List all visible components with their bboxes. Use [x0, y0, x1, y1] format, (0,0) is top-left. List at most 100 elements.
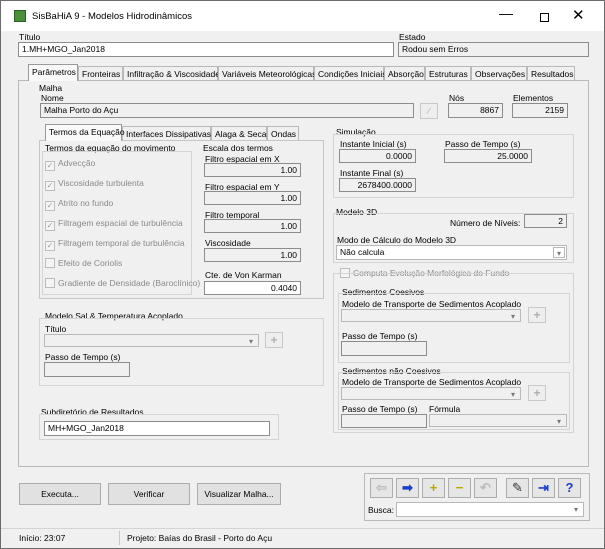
malha-nome-field: Malha Porto do Açu — [40, 103, 414, 118]
check-icon: ✓ — [45, 201, 55, 211]
subtab-interfaces[interactable]: Interfaces Dissipativas — [122, 126, 211, 140]
coesivos-add-button[interactable]: + — [528, 307, 546, 323]
final-field: 2678400.0000 — [339, 178, 416, 192]
nos-field: 8867 — [448, 103, 503, 118]
tab-absorcao[interactable]: Absorção — [384, 66, 425, 80]
busca-select[interactable]: ▾ — [396, 502, 584, 517]
coesivos-modelo-select[interactable]: ▾ — [341, 309, 521, 322]
maximize-icon[interactable] — [540, 13, 549, 22]
termo-checkbox[interactable]: ✓ Filtragem temporal de turbulência — [45, 238, 185, 251]
karman-field[interactable]: 0.4040 — [204, 281, 301, 295]
termo-checkbox[interactable]: ✓ Viscosidade turbulenta — [45, 178, 144, 191]
undo-icon: ↶ — [474, 478, 497, 498]
sal-titulo-label: Título — [45, 324, 67, 334]
coesivos-passo-label: Passo de Tempo (s) — [342, 331, 418, 341]
tab-infiltracao[interactable]: Infiltração & Viscosidade — [123, 66, 220, 80]
status-inicio: Início: 23:07 — [19, 533, 66, 543]
sal-add-button[interactable]: + — [265, 332, 283, 348]
checkbox-box — [45, 278, 55, 288]
title-bar: SisBaHiA 9 - Modelos Hidrodinâmicos — ✕ — [1, 1, 604, 31]
inicial-label: Instante Inicial (s) — [340, 139, 407, 149]
exit-icon[interactable]: ⇥ — [532, 478, 555, 498]
viscosidade-field: 1.00 — [204, 248, 301, 262]
filtro-y-field: 1.00 — [204, 191, 301, 205]
main-tabs: Parâmetros Fronteiras Infiltração & Visc… — [28, 64, 588, 81]
help-icon[interactable]: ? — [558, 478, 581, 498]
edit-malha-button[interactable]: ⁄ — [420, 103, 438, 119]
nao-coesivos-modelo-select[interactable]: ▾ — [341, 387, 521, 400]
filtro-x-field: 1.00 — [204, 163, 301, 177]
verificar-button[interactable]: Verificar — [108, 483, 190, 505]
modo-select[interactable]: Não calcula ▾ — [336, 245, 567, 260]
termo-label: Viscosidade turbulenta — [58, 178, 144, 188]
tab-estruturas[interactable]: Estruturas — [425, 66, 471, 80]
termo-label: Filtragem temporal de turbulência — [58, 238, 185, 248]
malha-label: Malha — [39, 83, 63, 93]
nao-coesivos-passo-label: Passo de Tempo (s) — [342, 404, 418, 414]
checkbox-box — [45, 258, 55, 268]
formula-select[interactable]: ▾ — [429, 414, 567, 427]
chevron-down-icon: ▾ — [510, 312, 515, 321]
close-icon[interactable]: ✕ — [572, 6, 585, 24]
status-divider — [119, 531, 120, 545]
chevron-down-icon: ▾ — [573, 505, 578, 514]
main-window: SisBaHiA 9 - Modelos Hidrodinâmicos — ✕ … — [0, 0, 605, 549]
niveis-field: 2 — [524, 214, 567, 228]
executa-button[interactable]: Executa... — [19, 483, 101, 505]
visualizar-malha-button[interactable]: Visualizar Malha... — [197, 483, 281, 505]
final-label: Instante Final (s) — [340, 168, 404, 178]
forward-arrow-icon[interactable]: ➡ — [396, 478, 419, 498]
passo-field: 25.0000 — [444, 149, 532, 163]
coesivos-passo-field — [341, 341, 427, 356]
termo-label: Gradiente de Densidade (Baroclínico) — [58, 278, 201, 288]
check-icon: ✓ — [45, 181, 55, 191]
sub-tabs: Termos da Equação Interfaces Dissipativa… — [45, 124, 305, 141]
tab-observacoes[interactable]: Observações — [471, 66, 527, 80]
subdir-field[interactable]: MH+MGO_Jan2018 — [44, 421, 270, 436]
termo-checkbox[interactable]: Gradiente de Densidade (Baroclínico) — [45, 278, 200, 288]
edit-pencil-icon[interactable]: ✎ — [506, 478, 529, 498]
termo-checkbox[interactable]: ✓ Advecção — [45, 158, 95, 171]
termo-label: Efeito de Coriolis — [58, 258, 123, 268]
subtab-ondas[interactable]: Ondas — [267, 126, 299, 140]
tab-meteorologicas[interactable]: Variáveis Meteorológicas — [218, 66, 316, 80]
window-title: SisBaHiA 9 - Modelos Hidrodinâmicos — [32, 11, 192, 22]
tab-condicoes-iniciais[interactable]: Condições Iniciais — [314, 66, 387, 80]
elementos-label: Elementos — [513, 93, 554, 103]
elementos-field: 2159 — [512, 103, 568, 118]
termo-checkbox[interactable]: Efeito de Coriolis — [45, 258, 122, 268]
filtro-t-field: 1.00 — [204, 219, 301, 233]
nao-coesivos-add-button[interactable]: + — [528, 385, 546, 401]
estado-field: Rodou sem Erros — [398, 42, 589, 57]
termo-label: Filtragem espacial de turbulência — [58, 218, 183, 228]
remove-icon[interactable]: − — [448, 478, 471, 498]
subtab-termos[interactable]: Termos da Equação — [45, 124, 125, 141]
inicial-field: 0.0000 — [339, 149, 416, 163]
viscosidade-label: Viscosidade — [205, 238, 251, 248]
titulo-field[interactable]: 1.MH+MGO_Jan2018 — [18, 42, 394, 57]
termo-checkbox[interactable]: ✓ Atrito no fundo — [45, 198, 113, 211]
termo-label: Atrito no fundo — [58, 198, 114, 208]
minimize-icon[interactable]: — — [499, 5, 513, 21]
nao-coesivos-modelo-label: Modelo de Transporte de Sedimentos Acopl… — [342, 377, 522, 387]
check-icon: ✓ — [45, 221, 55, 231]
tab-parametros[interactable]: Parâmetros — [28, 64, 78, 81]
karman-label: Cte. de Von Karman — [205, 270, 282, 280]
termo-checkbox[interactable]: ✓ Filtragem espacial de turbulência — [45, 218, 183, 231]
chevron-down-icon: ▾ — [510, 390, 515, 399]
chevron-down-icon: ▾ — [553, 247, 565, 258]
formula-label: Fórmula — [429, 404, 461, 414]
nome-label: Nome — [41, 93, 64, 103]
tab-fronteiras[interactable]: Fronteiras — [78, 66, 123, 80]
status-projeto: Projeto: Baías do Brasil - Porto do Açu — [127, 533, 273, 543]
estado-label: Estado — [399, 32, 426, 42]
sal-titulo-select[interactable]: ▾ — [44, 334, 259, 347]
termo-label: Advecção — [58, 158, 96, 168]
passo-label: Passo de Tempo (s) — [445, 139, 521, 149]
app-icon — [14, 10, 26, 22]
escala-label: Escala dos termos — [203, 143, 273, 153]
subtab-alaga-seca[interactable]: Alaga & Seca — [211, 126, 267, 140]
tab-resultados[interactable]: Resultados — [527, 66, 575, 80]
add-icon[interactable]: + — [422, 478, 445, 498]
nos-label: Nós — [449, 93, 465, 103]
